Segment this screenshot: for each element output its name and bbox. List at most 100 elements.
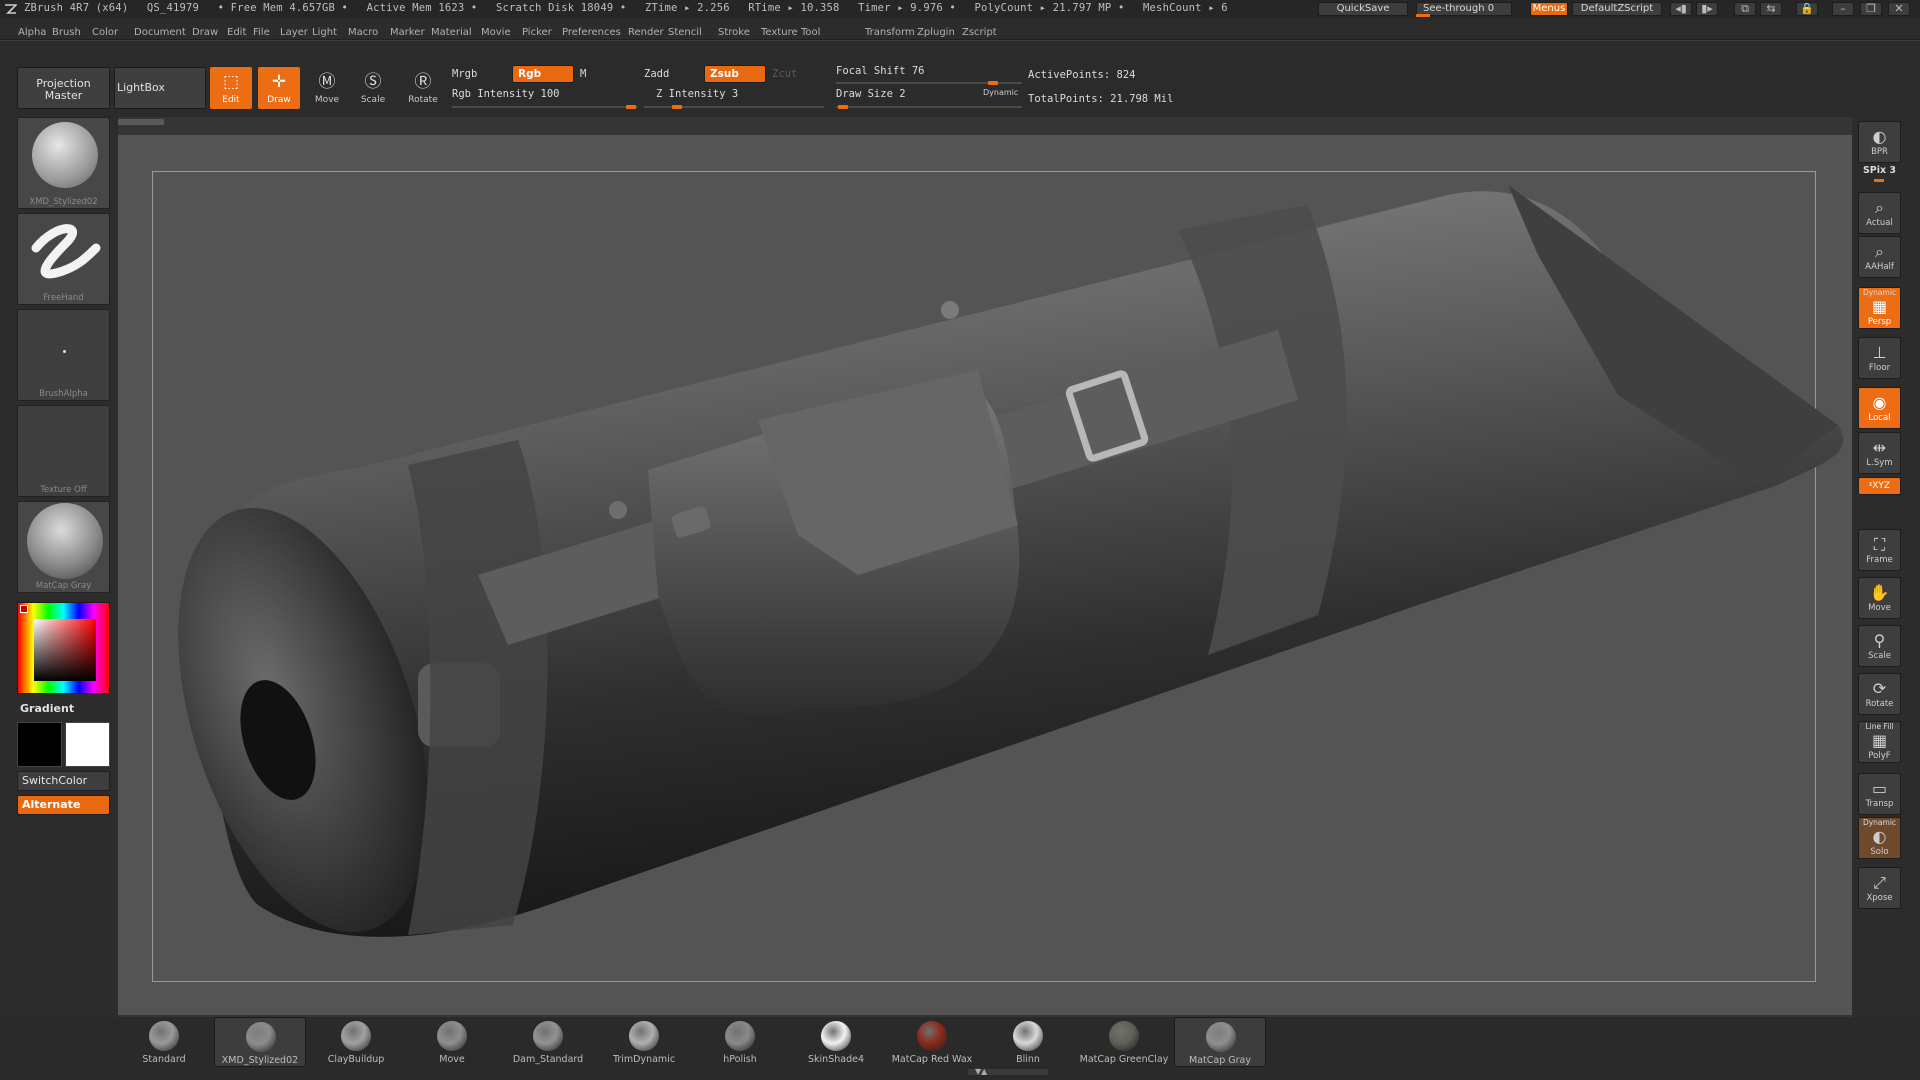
menus-button[interactable]: Menus bbox=[1530, 2, 1568, 16]
zadd-button[interactable]: Zadd bbox=[644, 68, 669, 80]
menu-macro[interactable]: Macro bbox=[348, 27, 378, 38]
menu-stencil[interactable]: Stencil bbox=[668, 27, 702, 38]
rgb-intensity-track[interactable] bbox=[452, 106, 638, 108]
z-intensity-slider[interactable]: Z Intensity 3 bbox=[656, 88, 738, 100]
shelf-item-2[interactable]: ClayBuildup bbox=[310, 1017, 402, 1067]
stroke-thumbnail[interactable]: FreeHand bbox=[17, 213, 110, 305]
menu-edit[interactable]: Edit bbox=[227, 27, 246, 38]
menu-transform[interactable]: Transform bbox=[865, 27, 915, 38]
shelf-item-11[interactable]: MatCap Gray bbox=[1174, 1017, 1266, 1067]
shelf-item-0[interactable]: Standard bbox=[118, 1017, 210, 1067]
rgb-button[interactable]: Rgb bbox=[512, 65, 574, 83]
layout-left-icon[interactable]: ◂▮ bbox=[1670, 2, 1692, 16]
shelf-item-7[interactable]: SkinShade4 bbox=[790, 1017, 882, 1067]
draw-size-knob[interactable] bbox=[838, 105, 848, 109]
gradient-label[interactable]: Gradient bbox=[20, 702, 74, 715]
local-button[interactable]: ◉ Local bbox=[1858, 387, 1901, 429]
scale-view-button[interactable]: ⚲ Scale bbox=[1858, 625, 1901, 667]
m-button[interactable]: M bbox=[580, 68, 586, 80]
menu-movie[interactable]: Movie bbox=[481, 27, 511, 38]
switchcolor-button[interactable]: SwitchColor bbox=[17, 771, 110, 791]
projection-master-button[interactable]: Projection Master bbox=[17, 67, 110, 109]
floor-button[interactable]: ⊥ Floor bbox=[1858, 337, 1901, 379]
menu-light[interactable]: Light bbox=[312, 27, 337, 38]
zsub-button[interactable]: Zsub bbox=[704, 65, 766, 83]
texture-thumbnail[interactable]: Texture Off bbox=[17, 405, 110, 497]
menu-draw[interactable]: Draw bbox=[192, 27, 218, 38]
brush-thumbnail[interactable]: XMD_Stylized02 bbox=[17, 117, 110, 209]
close-icon[interactable]: ✕ bbox=[1888, 2, 1910, 16]
menu-zscript[interactable]: Zscript bbox=[962, 27, 997, 38]
draw-button[interactable]: ✛ Draw bbox=[258, 67, 300, 109]
menu-material[interactable]: Material bbox=[431, 27, 472, 38]
zcut-button[interactable]: Zcut bbox=[772, 68, 797, 80]
menu-preferences[interactable]: Preferences bbox=[562, 27, 621, 38]
secondary-color-swatch[interactable] bbox=[17, 722, 62, 767]
lightbox-button[interactable]: LightBox bbox=[114, 67, 206, 109]
see-through-knob[interactable] bbox=[1416, 14, 1430, 17]
menu-color[interactable]: Color bbox=[92, 27, 118, 38]
lock-icon[interactable]: 🔒 bbox=[1796, 2, 1818, 16]
menu-render[interactable]: Render bbox=[628, 27, 664, 38]
menu-zplugin[interactable]: Zplugin bbox=[917, 27, 955, 38]
defaultzscript-button[interactable]: DefaultZScript bbox=[1572, 2, 1662, 16]
bpr-button[interactable]: ◐ BPR bbox=[1858, 121, 1901, 163]
menu-picker[interactable]: Picker bbox=[522, 27, 552, 38]
dynamic-toggle[interactable]: Dynamic bbox=[983, 88, 1018, 97]
shelf-item-8[interactable]: MatCap Red Wax bbox=[886, 1017, 978, 1067]
see-through-slider[interactable]: See-through 0 bbox=[1416, 2, 1512, 16]
shelf-item-6[interactable]: hPolish bbox=[694, 1017, 786, 1067]
draw-size-track[interactable] bbox=[836, 106, 1022, 108]
menu-alpha[interactable]: Alpha bbox=[18, 27, 46, 38]
shelf-item-10[interactable]: MatCap GreenClay bbox=[1078, 1017, 1170, 1067]
xpose-button[interactable]: ⤢ Xpose bbox=[1858, 867, 1901, 909]
minimize-icon[interactable]: – bbox=[1832, 2, 1854, 16]
color-picker[interactable] bbox=[17, 602, 110, 694]
focal-shift-slider[interactable]: Focal Shift 76 bbox=[836, 65, 925, 77]
color-square[interactable] bbox=[34, 619, 96, 681]
document-canvas[interactable] bbox=[118, 135, 1852, 1015]
interface-icon[interactable]: ⧉ bbox=[1734, 2, 1756, 16]
sculpt-model[interactable] bbox=[118, 135, 1852, 1015]
menu-layer[interactable]: Layer bbox=[280, 27, 308, 38]
menu-file[interactable]: File bbox=[253, 27, 270, 38]
spix-label[interactable]: SPix 3 bbox=[1858, 165, 1901, 176]
shelf-item-5[interactable]: TrimDynamic bbox=[598, 1017, 690, 1067]
persp-button[interactable]: Dynamic ▦ Persp bbox=[1858, 287, 1901, 329]
z-intensity-knob[interactable] bbox=[672, 105, 682, 109]
shelf-arrows-icon[interactable]: ▼▲ bbox=[975, 1067, 987, 1076]
menu-tool[interactable]: Tool bbox=[801, 27, 820, 38]
spix-knob[interactable] bbox=[1874, 179, 1884, 182]
rotate-view-button[interactable]: ⟳ Rotate bbox=[1858, 673, 1901, 715]
edit-button[interactable]: ⬚ Edit bbox=[210, 67, 252, 109]
color-marker[interactable] bbox=[20, 605, 28, 613]
rgb-intensity-slider[interactable]: Rgb Intensity 100 bbox=[452, 88, 559, 100]
actual-button[interactable]: ⌕ Actual bbox=[1858, 192, 1901, 234]
lsym-button[interactable]: ⇹ L.Sym bbox=[1858, 432, 1901, 474]
aahalf-button[interactable]: ⌕ AAHalf bbox=[1858, 236, 1901, 278]
shelf-item-4[interactable]: Dam_Standard bbox=[502, 1017, 594, 1067]
mrgb-button[interactable]: Mrgb bbox=[452, 68, 477, 80]
shelf-item-9[interactable]: Blinn bbox=[982, 1017, 1074, 1067]
move-button[interactable]: Ⓜ Move bbox=[306, 67, 348, 109]
shelf-item-1[interactable]: XMD_Stylized02 bbox=[214, 1017, 306, 1067]
material-thumbnail[interactable]: MatCap Gray bbox=[17, 501, 110, 593]
z-intensity-track[interactable] bbox=[644, 106, 824, 108]
menu-texture[interactable]: Texture bbox=[761, 27, 798, 38]
alternate-button[interactable]: Alternate bbox=[17, 795, 110, 815]
alpha-thumbnail[interactable]: BrushAlpha bbox=[17, 309, 110, 401]
rotate-button[interactable]: Ⓡ Rotate bbox=[402, 67, 444, 109]
move-view-button[interactable]: ✋ Move bbox=[1858, 577, 1901, 619]
menu-document[interactable]: Document bbox=[134, 27, 186, 38]
polyf-button[interactable]: Line Fill ▦ PolyF bbox=[1858, 721, 1901, 763]
layout-right-icon[interactable]: ▮▸ bbox=[1696, 2, 1718, 16]
quicksave-button[interactable]: QuickSave bbox=[1318, 2, 1408, 16]
canvas-area[interactable] bbox=[118, 117, 1852, 1017]
draw-size-slider[interactable]: Draw Size 2 bbox=[836, 88, 906, 100]
main-color-swatch[interactable] bbox=[65, 722, 110, 767]
rgb-intensity-knob[interactable] bbox=[626, 105, 636, 109]
menu-brush[interactable]: Brush bbox=[52, 27, 81, 38]
focal-shift-knob[interactable] bbox=[988, 81, 998, 85]
restore-icon[interactable]: ❐ bbox=[1860, 2, 1882, 16]
transp-button[interactable]: ▭ Transp bbox=[1858, 773, 1901, 815]
